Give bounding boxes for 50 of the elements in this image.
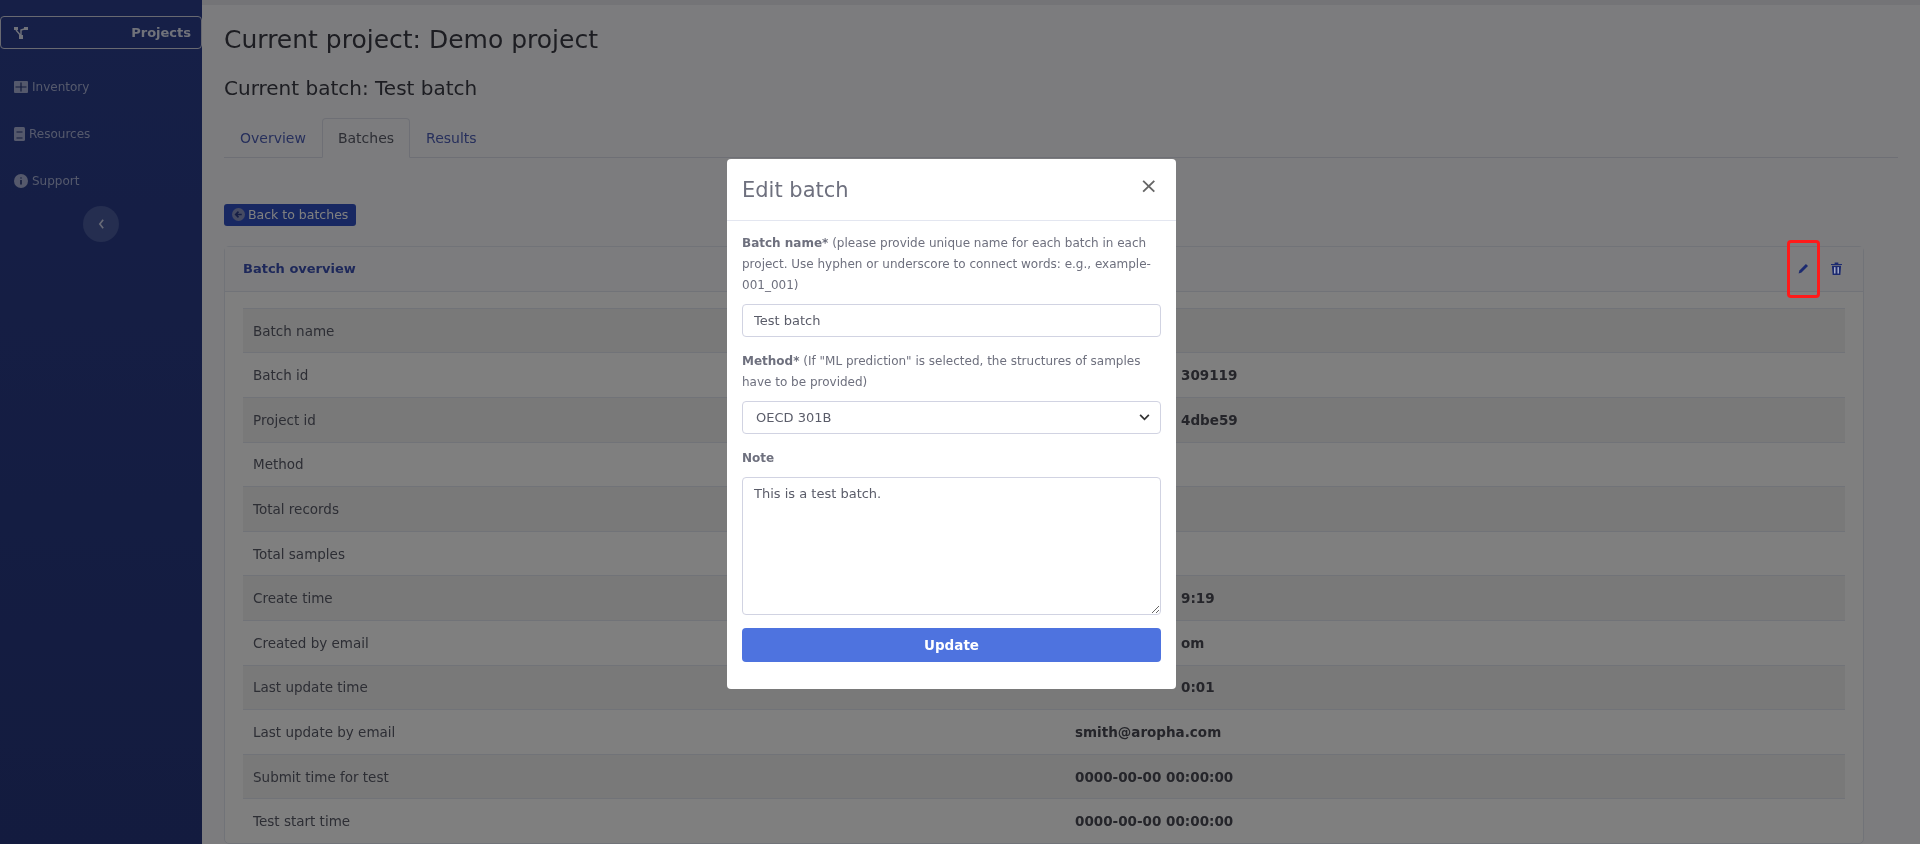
arrow-left-circle-icon	[232, 208, 245, 222]
table-icon	[14, 80, 28, 93]
card-title: Batch overview	[243, 261, 356, 277]
row-value: 4dbe59	[1181, 411, 1238, 428]
sidebar-item[interactable]: Inventory	[0, 63, 202, 110]
chevron-down-icon	[1139, 414, 1150, 421]
row-label: Created by email	[252, 634, 369, 651]
row-value: 0000-00-00 00:00:00	[1075, 768, 1234, 785]
tab[interactable]: Batches	[321, 117, 411, 158]
row-label: Project id	[252, 411, 316, 428]
row-value: 0:01	[1181, 679, 1215, 696]
sidebar-item[interactable]: Resources	[0, 110, 202, 157]
chevron-left-icon	[97, 219, 105, 229]
row-label: Batch name	[252, 322, 335, 339]
pencil-icon	[1797, 262, 1810, 276]
method-dropdown[interactable]: OECD 301B	[742, 401, 1161, 434]
row-label: Batch id	[252, 367, 309, 384]
row-value: 0000-00-00 00:00:00	[1075, 813, 1234, 830]
batch-title: Current batch: Test batch	[224, 75, 478, 100]
close-button[interactable]: ×	[1137, 174, 1160, 197]
book-icon	[14, 126, 25, 141]
note-field[interactable]: This is a test batch.	[742, 477, 1161, 615]
row-label: Last update by email	[252, 724, 396, 740]
dialog-title: Edit batch	[742, 177, 849, 202]
row-label: Submit time for test	[252, 768, 389, 785]
batch-name-field[interactable]: Test batch	[742, 304, 1161, 337]
field-label: Method* (If "ML prediction" is selected, the structures of samples have to be provided)	[742, 353, 1142, 391]
update-button[interactable]: Update	[742, 628, 1161, 662]
info-icon	[14, 173, 28, 188]
trash-icon	[1831, 262, 1842, 276]
tab[interactable]: Overview	[224, 117, 322, 158]
row-label: Last update time	[252, 679, 368, 696]
collapse-button[interactable]	[83, 206, 119, 242]
field-label: Note	[742, 450, 776, 467]
sitemap-icon	[14, 26, 28, 39]
project-title: Current project: Demo project	[224, 24, 598, 54]
sidebar-item[interactable]: Projects	[0, 16, 202, 49]
row-value: om	[1181, 634, 1205, 651]
row-label: Total records	[252, 501, 339, 518]
sidebar-item[interactable]: Support	[0, 157, 202, 204]
row-value: 9:19	[1181, 590, 1215, 607]
row-value: smith@aropha.com	[1075, 724, 1222, 740]
tab[interactable]: Results	[410, 117, 493, 158]
row-label: Total samples	[252, 545, 345, 562]
row-label: Create time	[252, 590, 333, 607]
field-label: Batch name* (please provide unique name for each batch in each project. Use hyphen or underscore to connect words: e.g., example-001_001)	[742, 235, 1152, 294]
row-label: Method	[252, 456, 304, 473]
row-label: Test start time	[252, 813, 351, 830]
back-button[interactable]: Back to batches	[224, 203, 357, 226]
row-value: 309119	[1181, 367, 1238, 384]
